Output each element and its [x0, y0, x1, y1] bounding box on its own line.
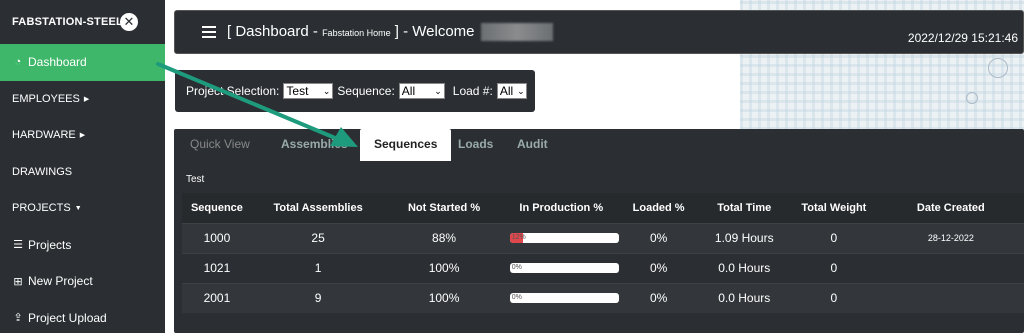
column-header[interactable]: In Production %	[503, 193, 619, 223]
cell-total-weight: 0	[790, 282, 878, 313]
cell-date-created	[877, 282, 1024, 313]
sequences-table: Sequence Total Assemblies Not Started % …	[182, 193, 1024, 313]
sidebar: FABSTATION-STEEL ✕ ◔ Dashboard EMPLOYEES…	[0, 0, 165, 333]
sidebar-item-label: Project Upload	[28, 310, 107, 325]
cell-sequence: 1000	[182, 222, 252, 253]
sidebar-item-label: EMPLOYEES	[12, 92, 80, 105]
project-select-value: Test	[286, 84, 309, 98]
cell-total-weight: 0	[790, 252, 878, 283]
cell-in-production: 0%	[503, 282, 619, 313]
tab-quick-view[interactable]: Quick View	[190, 137, 250, 151]
datetime-display: 2022/12/29 15:21:46	[907, 31, 1018, 45]
filter-bar: Project Selection: Test ⌄ Sequence: All …	[175, 70, 535, 112]
load-select[interactable]: All ⌄	[496, 83, 527, 99]
cell-loaded: 0%	[618, 222, 699, 253]
cell-total-assemblies: 9	[251, 282, 385, 313]
main-panel: Quick View Assemblies Sequences Loads Au…	[174, 129, 1024, 333]
cell-not-started: 100%	[384, 252, 504, 283]
cell-loaded: 0%	[618, 282, 699, 313]
cell-in-production: 0%	[503, 252, 619, 283]
tab-assemblies[interactable]: Assemblies	[281, 137, 348, 151]
project-select[interactable]: Test ⌄	[283, 83, 334, 99]
cell-not-started: 88%	[384, 222, 504, 253]
tab-sequences[interactable]: Sequences	[360, 129, 452, 161]
title-suffix: ] - Welcome	[394, 23, 475, 40]
caret-right-icon: ▶	[79, 132, 86, 140]
cell-sequence: 1021	[182, 252, 252, 283]
tab-loads[interactable]: Loads	[458, 137, 493, 151]
redacted-username	[480, 23, 553, 42]
table-row[interactable]: 1000 25 88% 12% 0% 1.09 Hours 0 28-12-20…	[182, 222, 1024, 253]
title-home-link[interactable]: Fabstation Home	[322, 28, 391, 38]
title-prefix: [ Dashboard -	[227, 23, 318, 40]
cell-date-created	[877, 252, 1024, 283]
sidebar-item-label: HARDWARE	[12, 129, 76, 142]
sidebar-item-drawings[interactable]: DRAWINGS	[0, 154, 165, 191]
upload-icon: ⇪	[13, 312, 23, 325]
tab-audit[interactable]: Audit	[517, 137, 548, 151]
load-select-value: All	[499, 84, 514, 98]
sidebar-item-label: PROJECTS	[12, 202, 71, 215]
close-sidebar-button[interactable]: ✕	[120, 13, 138, 31]
sequence-select-value: All	[401, 84, 416, 98]
dashboard-icon: ◔	[14, 56, 22, 69]
caret-right-icon: ▶	[83, 95, 90, 103]
sidebar-item-hardware[interactable]: HARDWARE ▶	[0, 117, 165, 154]
column-header[interactable]: Sequence	[182, 193, 252, 223]
chevron-down-icon: ⌄	[322, 85, 331, 96]
page-title: [ Dashboard - Fabstation Home ] - Welcom…	[227, 23, 553, 42]
brand-label: FABSTATION-STEEL	[12, 16, 123, 28]
sidebar-item-label: Projects	[28, 237, 72, 252]
column-header[interactable]: Not Started %	[384, 193, 504, 223]
cell-loaded: 0%	[618, 252, 699, 283]
sidebar-item-label: Dashboard	[28, 55, 87, 70]
progress-text: 0%	[511, 294, 522, 302]
sidebar-item-projects[interactable]: ☰ Projects	[0, 227, 165, 264]
chevron-down-icon: ⌄	[517, 85, 525, 96]
cell-total-weight: 0	[790, 222, 878, 253]
column-header[interactable]: Total Assemblies	[251, 193, 385, 223]
sidebar-item-label: New Project	[28, 274, 93, 289]
menu-icon[interactable]	[202, 26, 216, 38]
sidebar-item-new-project[interactable]: ⊞ New Project	[0, 263, 165, 300]
table-header-row: Sequence Total Assemblies Not Started % …	[182, 193, 1024, 223]
column-header[interactable]: Loaded %	[618, 193, 699, 223]
progress-text: 12%	[511, 234, 526, 241]
sequence-select[interactable]: All ⌄	[398, 83, 445, 99]
caret-down-icon: ▼	[74, 204, 82, 212]
project-selection-label: Project Selection:	[186, 84, 280, 98]
column-header[interactable]: Date Created	[877, 193, 1024, 223]
list-icon: ☰	[13, 239, 23, 252]
page-header: [ Dashboard - Fabstation Home ] - Welcom…	[174, 10, 1024, 54]
sidebar-item-dashboard[interactable]: ◔ Dashboard	[0, 44, 165, 81]
cell-total-assemblies: 25	[251, 222, 385, 253]
table-row[interactable]: 2001 9 100% 0% 0% 0.0 Hours 0	[182, 282, 1024, 313]
column-header[interactable]: Total Time	[698, 193, 791, 223]
sidebar-item-label: DRAWINGS	[12, 165, 73, 178]
tab-bar: Quick View Assemblies Sequences Loads Au…	[174, 129, 1024, 161]
table-row[interactable]: 1021 1 100% 0% 0% 0.0 Hours 0	[182, 252, 1024, 283]
production-progress-bar: 0%	[509, 293, 619, 304]
cell-in-production: 12%	[503, 222, 619, 253]
cell-total-time: 1.09 Hours	[698, 222, 791, 253]
progress-text: 0%	[511, 264, 522, 271]
cell-date-created: 28-12-2022	[877, 222, 1024, 253]
production-progress-bar: 0%	[509, 263, 619, 273]
sidebar-item-project-upload[interactable]: ⇪ Project Upload	[0, 300, 165, 333]
cell-total-time: 0.0 Hours	[698, 282, 791, 313]
sequence-label: Sequence:	[337, 84, 395, 98]
cell-total-time: 0.0 Hours	[698, 252, 791, 283]
cell-sequence: 2001	[182, 282, 252, 313]
sidebar-item-projects-group[interactable]: PROJECTS ▼	[0, 190, 165, 227]
project-caption: Test	[186, 174, 205, 185]
sidebar-item-employees[interactable]: EMPLOYEES ▶	[0, 81, 165, 118]
column-header[interactable]: Total Weight	[790, 193, 878, 223]
plus-square-icon: ⊞	[13, 275, 23, 288]
production-progress-bar: 12%	[509, 233, 619, 243]
chevron-down-icon: ⌄	[434, 85, 442, 96]
cell-total-assemblies: 1	[251, 252, 385, 283]
load-label: Load #:	[452, 84, 493, 98]
cell-not-started: 100%	[384, 282, 504, 313]
